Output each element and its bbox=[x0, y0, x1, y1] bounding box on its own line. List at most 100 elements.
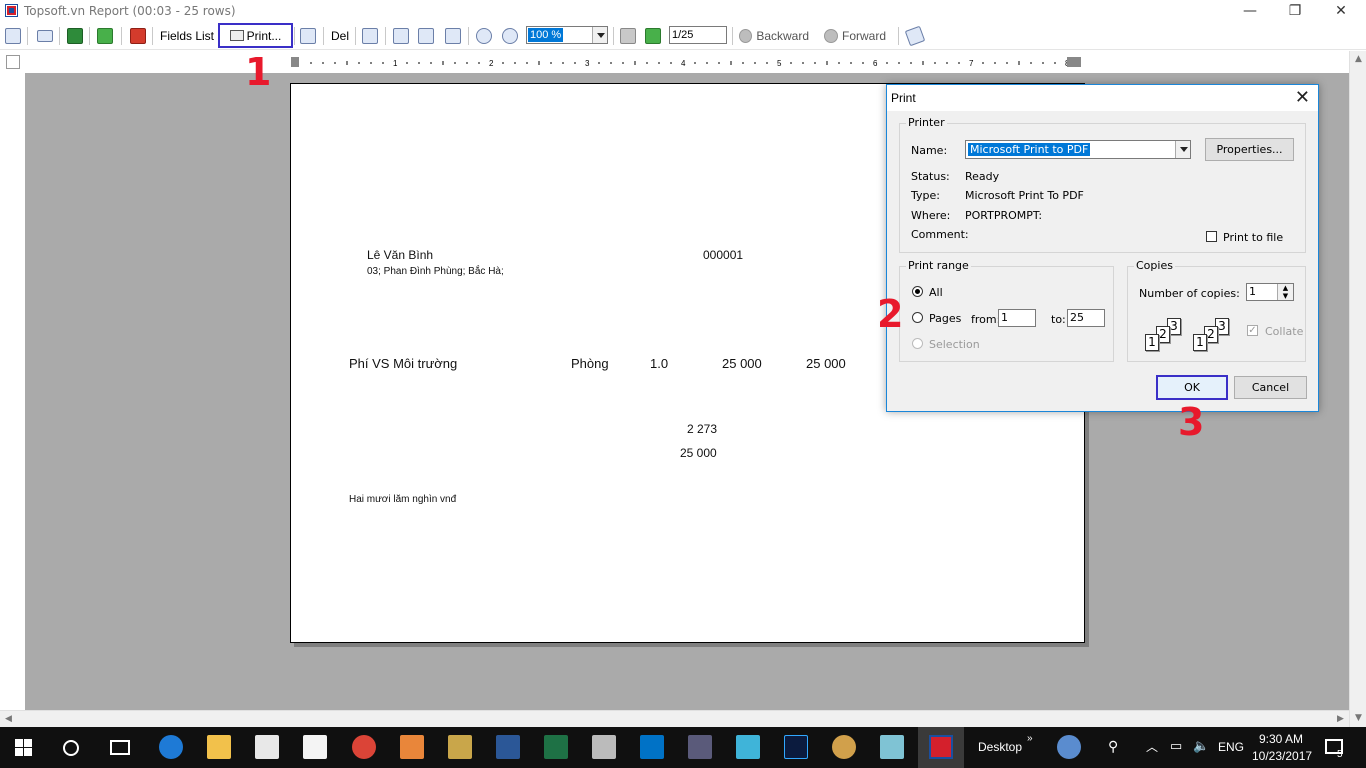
page-setup-icon[interactable] bbox=[444, 25, 462, 47]
export-image-icon[interactable] bbox=[66, 25, 84, 47]
zoom-out-icon[interactable] bbox=[475, 25, 493, 47]
cancel-button[interactable]: Cancel bbox=[1234, 376, 1307, 399]
word-icon[interactable] bbox=[496, 735, 520, 759]
app-icon-colors[interactable] bbox=[736, 735, 760, 759]
multi-page-icon[interactable] bbox=[417, 25, 435, 47]
windows-start-icon[interactable] bbox=[15, 739, 32, 756]
item-unit: Phòng bbox=[571, 356, 609, 371]
annotation-step-3: 3 bbox=[1178, 400, 1205, 444]
minimize-button[interactable]: — bbox=[1227, 0, 1273, 22]
comment-label: Comment: bbox=[911, 228, 969, 241]
horizontal-ruler: 12345678 bbox=[291, 57, 1081, 68]
backward-icon bbox=[739, 29, 753, 43]
from-label: from: bbox=[971, 313, 1001, 326]
backward-label: Backward bbox=[756, 29, 809, 43]
vertical-scrollbar[interactable]: ▲ ▼ bbox=[1349, 51, 1366, 727]
scroll-right-icon[interactable]: ▶ bbox=[1332, 711, 1349, 728]
people-icon[interactable]: ⚲ bbox=[1108, 738, 1118, 755]
desktop-toolbar-label[interactable]: Desktop bbox=[978, 740, 1022, 754]
edit-icon[interactable] bbox=[904, 25, 926, 47]
maximize-button[interactable]: ❐ bbox=[1272, 0, 1318, 22]
to-input[interactable]: 25 bbox=[1067, 309, 1105, 327]
chevron-up-icon[interactable]: ︿ bbox=[1146, 738, 1158, 755]
pages-radio[interactable] bbox=[912, 312, 923, 323]
all-radio[interactable] bbox=[912, 286, 923, 297]
type-label: Type: bbox=[911, 189, 940, 202]
selection-radio[interactable] bbox=[912, 338, 923, 349]
separator bbox=[59, 27, 60, 45]
find-icon[interactable] bbox=[361, 25, 379, 47]
item-name: Phí VS Môi trường bbox=[349, 356, 458, 371]
separator bbox=[898, 27, 899, 45]
language-indicator[interactable]: ENG bbox=[1218, 740, 1244, 754]
dialog-title: Print bbox=[891, 91, 916, 105]
topsoft-taskbar-item[interactable] bbox=[918, 727, 964, 768]
dialog-close-icon[interactable]: ✕ bbox=[1295, 87, 1310, 108]
backward-button[interactable]: Backward bbox=[739, 25, 809, 47]
outlook-icon[interactable] bbox=[640, 735, 664, 759]
properties-button[interactable]: Properties... bbox=[1205, 138, 1294, 161]
first-page-icon[interactable] bbox=[619, 25, 637, 47]
mail-icon[interactable] bbox=[303, 735, 327, 759]
photoshop-icon[interactable] bbox=[784, 735, 808, 759]
excel-export-icon[interactable] bbox=[96, 25, 114, 47]
app-icon-tools[interactable] bbox=[400, 735, 424, 759]
paint-icon[interactable] bbox=[832, 735, 856, 759]
status-value: Ready bbox=[965, 170, 1000, 183]
right-margin-marker[interactable] bbox=[1067, 57, 1081, 67]
app-icon-archive[interactable] bbox=[592, 735, 616, 759]
left-margin-marker[interactable] bbox=[291, 57, 299, 67]
app-icon-notes[interactable] bbox=[880, 735, 904, 759]
zoom-select[interactable]: 100 % bbox=[526, 26, 608, 44]
forward-button[interactable]: Forward bbox=[824, 25, 886, 47]
clock-time[interactable]: 9:30 AM bbox=[1259, 732, 1303, 746]
excel-icon[interactable] bbox=[544, 735, 568, 759]
search-icon[interactable] bbox=[63, 740, 79, 756]
chrome-icon[interactable] bbox=[352, 735, 376, 759]
printer-icon bbox=[229, 30, 244, 41]
delete-button[interactable]: Del bbox=[329, 25, 351, 47]
copy-icon[interactable] bbox=[299, 25, 317, 47]
after-effects-icon[interactable] bbox=[688, 735, 712, 759]
file-explorer-icon[interactable] bbox=[207, 735, 231, 759]
separator bbox=[468, 27, 469, 45]
collate-checkbox[interactable]: ✓ bbox=[1247, 325, 1258, 336]
where-label: Where: bbox=[911, 209, 951, 222]
print-to-file-checkbox[interactable] bbox=[1206, 231, 1217, 242]
properties-label: Properties... bbox=[1216, 143, 1283, 156]
scroll-left-icon[interactable]: ◀ bbox=[0, 711, 17, 728]
chevron-right-icon[interactable]: » bbox=[1027, 733, 1033, 744]
page-number-input[interactable]: 1/25 bbox=[669, 26, 727, 44]
volume-icon[interactable]: 🔈 bbox=[1193, 738, 1209, 754]
email-icon[interactable] bbox=[36, 25, 54, 47]
close-button[interactable]: ✕ bbox=[1318, 0, 1364, 22]
chevron-down-icon[interactable] bbox=[1175, 141, 1190, 158]
store-icon[interactable] bbox=[255, 735, 279, 759]
ok-button[interactable]: OK bbox=[1156, 375, 1228, 400]
pdf-export-icon[interactable] bbox=[129, 25, 147, 47]
network-icon[interactable]: ▭ bbox=[1170, 738, 1182, 754]
collate-page-1: 1 bbox=[1145, 334, 1159, 351]
horizontal-scrollbar[interactable]: ◀ ▶ bbox=[0, 710, 1349, 727]
task-view-icon[interactable] bbox=[110, 740, 130, 755]
print-to-file-label: Print to file bbox=[1223, 231, 1284, 244]
ruler-number: 2 bbox=[489, 59, 494, 68]
scroll-down-icon[interactable]: ▼ bbox=[1350, 710, 1366, 727]
clock-date[interactable]: 10/23/2017 bbox=[1252, 749, 1312, 763]
single-page-icon[interactable] bbox=[392, 25, 410, 47]
app-icon-settings[interactable] bbox=[448, 735, 472, 759]
zoom-in-icon[interactable] bbox=[501, 25, 519, 47]
copies-spinner[interactable]: ▲ ▼ bbox=[1277, 284, 1293, 300]
from-input[interactable]: 1 bbox=[998, 309, 1036, 327]
fields-list-button[interactable]: Fields List bbox=[158, 25, 216, 47]
assistant-icon[interactable] bbox=[1057, 735, 1081, 759]
notification-count: 5 bbox=[1337, 749, 1343, 760]
copy-pages-icon[interactable] bbox=[4, 25, 22, 47]
next-page-icon[interactable] bbox=[644, 25, 662, 47]
where-value: PORTPROMPT: bbox=[965, 209, 1043, 222]
printer-name-select[interactable]: Microsoft Print to PDF bbox=[965, 140, 1191, 159]
print-button[interactable]: Print... bbox=[218, 23, 293, 48]
chevron-down-icon[interactable] bbox=[592, 27, 607, 43]
edge-browser-icon[interactable] bbox=[159, 735, 183, 759]
scroll-up-icon[interactable]: ▲ bbox=[1350, 51, 1366, 68]
